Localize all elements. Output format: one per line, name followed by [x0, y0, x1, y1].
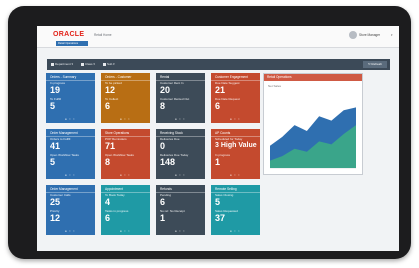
kpi-tile[interactable]: Orders - Customer To be picked 12 To Collec…: [101, 73, 150, 123]
tile-title: Order Management: [50, 187, 78, 191]
tile-metric-value[interactable]: 5: [50, 157, 55, 167]
kpi-tile[interactable]: Receiving Stock Deliveries Due 0 Deliveries…: [156, 129, 205, 179]
oracle-logo: ORACLE: [53, 31, 85, 38]
tile-metric-value[interactable]: 6: [105, 101, 110, 111]
tile-title: Orders - Summary: [50, 75, 77, 79]
tile-metric-value[interactable]: 3 High Value: [215, 141, 257, 151]
kpi-tile[interactable]: Remote Selling Sales Closing 5 Sales Reques…: [211, 185, 260, 235]
filter-department-label[interactable]: Department ▾: [55, 62, 73, 66]
user-name[interactable]: Store Manager: [359, 33, 380, 37]
pager-dots-icon[interactable]: ● ○ ○: [120, 117, 130, 121]
kpi-tile[interactable]: Rental Customer Rent In 20 Customer Rented …: [156, 73, 205, 123]
kpi-tile[interactable]: Refunds Pending 6 No ref. No Receipt 1 ● ○ ○: [156, 185, 205, 235]
tile-title: AP Counts: [215, 131, 231, 135]
tile-title: Receiving Stock: [160, 131, 183, 135]
tablet-frame: ORACLE Retail Home Retail Operations Sto…: [8, 6, 411, 259]
filter-class[interactable]: Class ▾: [81, 62, 95, 66]
pager-dots-icon[interactable]: ● ○ ○: [120, 229, 130, 233]
pager-dots-icon[interactable]: ● ○ ○: [65, 229, 75, 233]
filter-subclass-label[interactable]: Sub ▾: [107, 62, 115, 66]
tile-title: Appointment: [105, 187, 123, 191]
tile-metric-value[interactable]: 8: [160, 101, 165, 111]
tile-metric-value[interactable]: 41: [50, 141, 60, 151]
chevron-down-icon[interactable]: ▾: [391, 33, 393, 37]
tile-metric-value[interactable]: 4: [105, 197, 110, 207]
filter-icon: [103, 62, 106, 66]
tile-metric-value[interactable]: 0: [160, 141, 165, 151]
tile-metric-value[interactable]: 21: [215, 85, 225, 95]
tile-metric-value[interactable]: 8: [105, 157, 110, 167]
app-title: Retail Home: [94, 33, 112, 37]
kpi-tile[interactable]: Orders - Summary In progress 19 To Fulfill 5…: [46, 73, 95, 123]
tile-metric-value[interactable]: 12: [50, 213, 60, 223]
kpi-tile[interactable]: Customer Engagement Due Date Suggest 21 Due…: [211, 73, 260, 123]
tile-metric-value[interactable]: 19: [50, 85, 60, 95]
filter-subclass[interactable]: Sub ▾: [103, 62, 115, 66]
app-header: ORACLE Retail Home Retail Operations Sto…: [37, 26, 399, 48]
avatar[interactable]: [349, 31, 357, 39]
home-breadcrumb-button[interactable]: Retail Operations: [56, 41, 88, 46]
pager-dots-icon[interactable]: ● ○ ○: [65, 173, 75, 177]
tile-title: Order Management: [50, 131, 78, 135]
kpi-tile[interactable]: Order Management Orders to Fulfill 41 Open …: [46, 129, 95, 179]
chart-panel[interactable]: Retail Operations Net Sales: [263, 73, 363, 175]
app-screen: ORACLE Retail Home Retail Operations Sto…: [37, 26, 399, 251]
tile-metric-value[interactable]: 6: [215, 101, 220, 111]
kpi-tile[interactable]: Store Operations POP Reminders 71 Open Work…: [101, 129, 150, 179]
kpi-tile[interactable]: Appointment To Book Today 4 Tasks in progre…: [101, 185, 150, 235]
tile-metric-value[interactable]: 5: [50, 101, 55, 111]
filter-department[interactable]: Department ▾: [51, 62, 73, 66]
pager-dots-icon[interactable]: ● ○ ○: [175, 173, 185, 177]
tile-metric-value[interactable]: 37: [215, 213, 225, 223]
chart-caption: Net Sales: [268, 84, 282, 88]
area-chart: [270, 107, 356, 169]
tile-metric-value[interactable]: 12: [105, 85, 115, 95]
pager-dots-icon[interactable]: ● ○ ○: [230, 229, 240, 233]
filter-icon: [51, 62, 54, 66]
tile-metric-value[interactable]: 71: [105, 141, 115, 151]
tile-metric-value[interactable]: 5: [215, 197, 220, 207]
pager-dots-icon[interactable]: ● ○ ○: [230, 173, 240, 177]
filter-class-label[interactable]: Class ▾: [85, 62, 95, 66]
tile-metric-value[interactable]: 1: [215, 157, 220, 167]
tile-title: Orders - Customer: [105, 75, 132, 79]
pager-dots-icon[interactable]: ● ○ ○: [230, 117, 240, 121]
kpi-tile[interactable]: AP Counts Scheduled for Today 3 High Value…: [211, 129, 260, 179]
kpi-tile[interactable]: Order Management Customer Calls 25 Priority…: [46, 185, 95, 235]
tile-metric-value[interactable]: 6: [160, 197, 165, 207]
filter-icon: [81, 62, 84, 66]
tile-title: Customer Engagement: [215, 75, 248, 79]
pager-dots-icon[interactable]: ● ○ ○: [65, 117, 75, 121]
refresh-button[interactable]: ↻ Refresh: [363, 61, 387, 68]
tile-metric-value[interactable]: 25: [50, 197, 60, 207]
tile-metric-value[interactable]: 20: [160, 85, 170, 95]
filter-bar: Department ▾ Class ▾ Sub ▾ ↻ Refresh: [47, 59, 390, 70]
tile-title: Remote Selling: [215, 187, 237, 191]
chart-panel-title: Retail Operations: [264, 74, 362, 81]
tile-title: Store Operations: [105, 131, 130, 135]
pager-dots-icon[interactable]: ● ○ ○: [120, 173, 130, 177]
tile-metric-value[interactable]: 6: [105, 213, 110, 223]
tile-title: Rental: [160, 75, 170, 79]
tile-metric-value[interactable]: 148: [160, 157, 175, 167]
pager-dots-icon[interactable]: ● ○ ○: [175, 229, 185, 233]
tile-title: Refunds: [160, 187, 172, 191]
tile-metric-value[interactable]: 1: [160, 213, 165, 223]
pager-dots-icon[interactable]: ● ○ ○: [175, 117, 185, 121]
